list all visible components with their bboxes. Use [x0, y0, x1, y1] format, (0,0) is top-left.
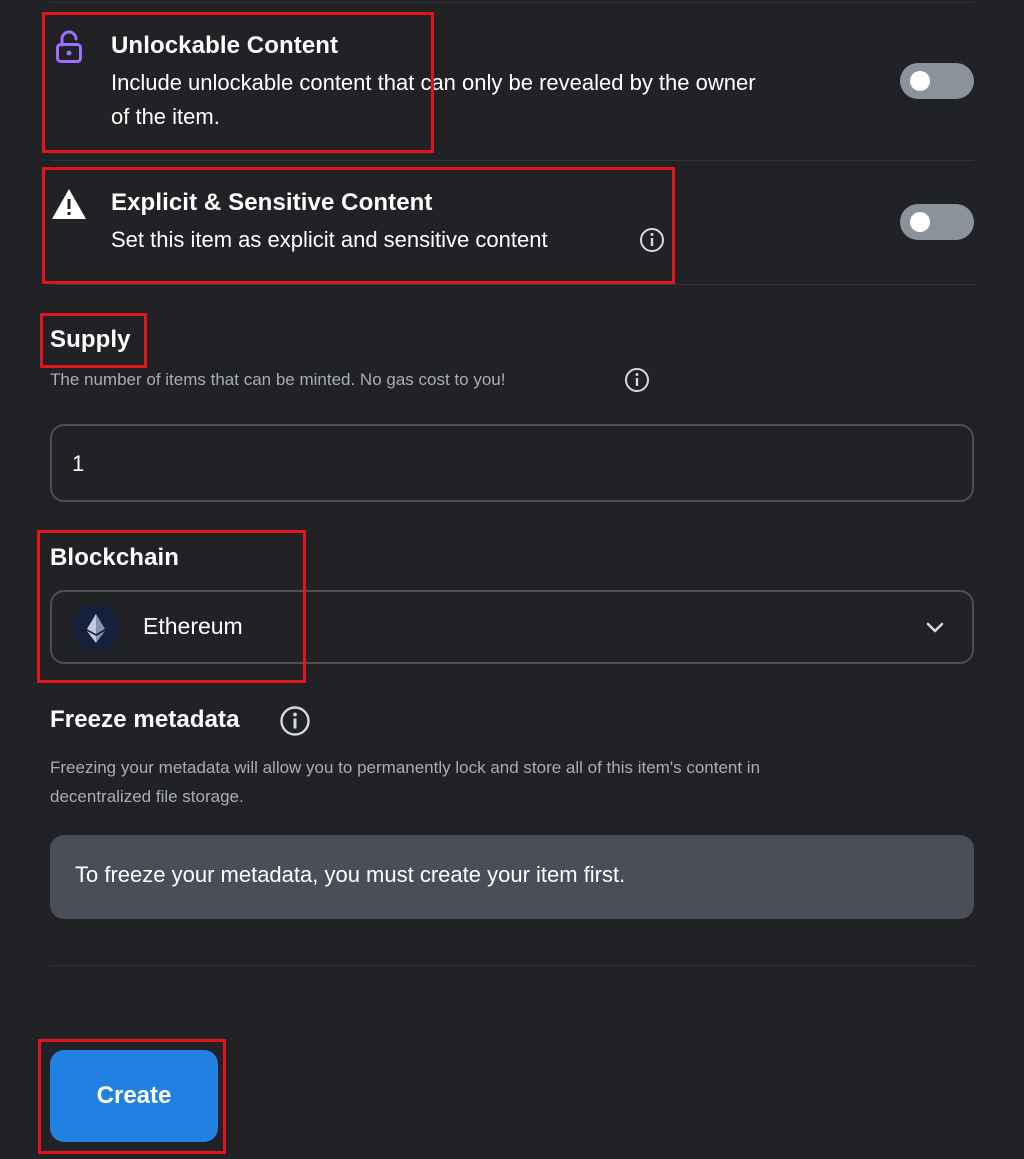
- freeze-description-line2: decentralized file storage.: [50, 787, 244, 806]
- supply-input-container: [50, 424, 974, 502]
- freeze-notice-text: To freeze your metadata, you must create…: [75, 862, 626, 887]
- explicit-title: Explicit & Sensitive Content: [111, 189, 433, 216]
- section-divider: [50, 965, 974, 966]
- create-button[interactable]: Create: [50, 1050, 218, 1142]
- toggle-knob: [910, 212, 930, 232]
- freeze-title: Freeze metadata: [50, 706, 240, 733]
- unlockable-content-section: Unlockable Content Include unlockable co…: [0, 0, 1024, 160]
- blockchain-selected-value: Ethereum: [143, 613, 243, 639]
- supply-input[interactable]: [70, 426, 954, 502]
- supply-title: Supply: [50, 326, 131, 353]
- unlockable-toggle[interactable]: [900, 63, 974, 99]
- section-divider: [50, 284, 974, 285]
- supply-description: The number of items that can be minted. …: [50, 370, 506, 389]
- explicit-description: Set this item as explicit and sensitive …: [111, 227, 548, 252]
- toggle-knob: [910, 71, 930, 91]
- freeze-description-line1: Freezing your metadata will allow you to…: [50, 758, 761, 777]
- warning-icon: [50, 187, 88, 226]
- lock-open-icon: [55, 30, 83, 69]
- blockchain-title: Blockchain: [50, 544, 180, 571]
- chevron-down-icon: [924, 618, 946, 643]
- unlockable-description-line2: of the item.: [111, 104, 220, 129]
- info-icon[interactable]: [279, 705, 311, 742]
- unlockable-title: Unlockable Content: [111, 32, 339, 59]
- freeze-notice-box: To freeze your metadata, you must create…: [50, 835, 974, 919]
- blockchain-select[interactable]: Ethereum: [50, 590, 974, 664]
- ethereum-icon: [72, 604, 120, 652]
- unlockable-description-line1: Include unlockable content that can only…: [111, 70, 756, 95]
- explicit-toggle[interactable]: [900, 204, 974, 240]
- explicit-content-section: Explicit & Sensitive Content Set this it…: [0, 161, 1024, 284]
- info-icon[interactable]: [624, 367, 650, 398]
- info-icon[interactable]: [639, 227, 665, 258]
